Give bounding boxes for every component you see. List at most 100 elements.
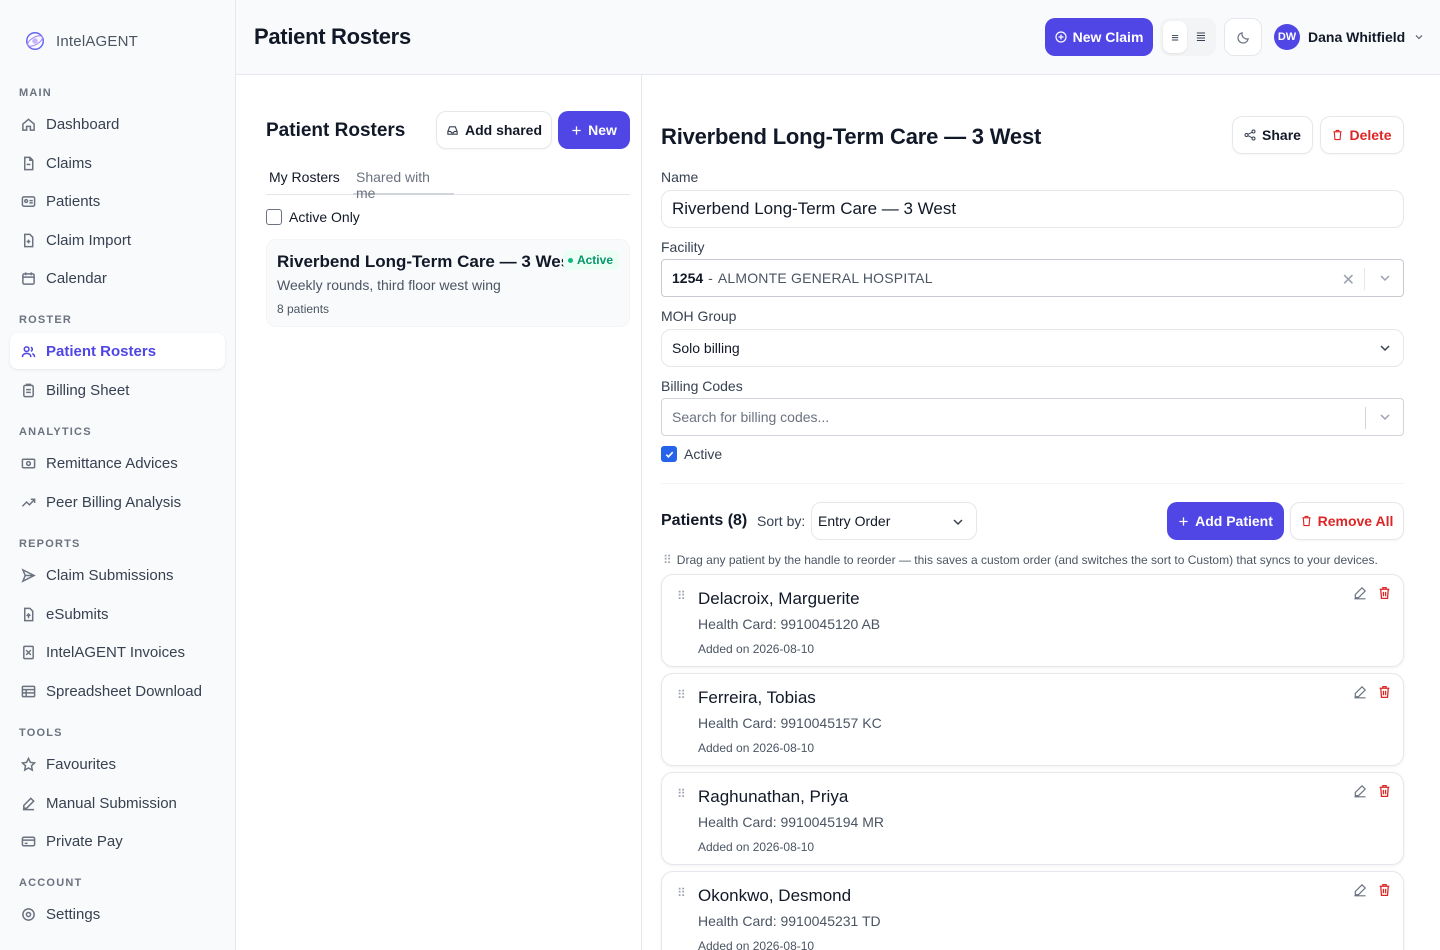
add-shared-button[interactable]: Add shared: [436, 111, 552, 149]
sidebar-item-claim-submissions[interactable]: Claim Submissions: [10, 557, 225, 593]
name-input[interactable]: [661, 190, 1404, 228]
drag-handle-icon[interactable]: ⠿: [677, 787, 686, 801]
patient-name: Okonkwo, Desmond: [698, 886, 852, 905]
sidebar-item-settings[interactable]: Settings: [10, 896, 225, 932]
drag-handle-icon[interactable]: ⠿: [677, 886, 686, 900]
theme-toggle-button[interactable]: [1224, 18, 1262, 56]
avatar: DW: [1274, 24, 1300, 50]
remove-all-button[interactable]: Remove All: [1290, 502, 1404, 540]
logo-text: IntelAGENT: [56, 32, 139, 50]
status-badge-label: Active: [576, 253, 613, 267]
chevron-down-icon: [953, 519, 963, 526]
active-toggle[interactable]: Active: [661, 446, 722, 462]
roster-card[interactable]: Riverbend Long-Term Care — 3 West Active…: [266, 239, 630, 327]
sidebar-item-claim-import[interactable]: Claim Import: [10, 222, 225, 258]
new-claim-button[interactable]: New Claim: [1045, 18, 1153, 56]
chevron-down-icon[interactable]: [1379, 411, 1391, 423]
divider: [1365, 407, 1366, 429]
compact-view-icon[interactable]: ≣: [1189, 21, 1213, 53]
patient-added-date: Added on 2026-08-10: [698, 642, 815, 656]
patient-card[interactable]: ⠿ Delacroix, Marguerite Health Card: 99100…: [661, 574, 1404, 667]
chevron-down-icon[interactable]: [1379, 272, 1391, 284]
main-content: Patient Rosters Add shared New My Roster…: [236, 75, 1440, 950]
patient-card[interactable]: ⠿ Okonkwo, Desmond Health Card: 9910045231…: [661, 871, 1404, 950]
sidebar-item-calendar[interactable]: Calendar: [10, 260, 225, 296]
home-icon: [20, 116, 36, 132]
trash-icon[interactable]: [1378, 784, 1391, 798]
sidebar-item-peer-billing-analysis[interactable]: Peer Billing Analysis: [10, 484, 225, 520]
sidebar-item-private-pay[interactable]: Private Pay: [10, 823, 225, 859]
user-menu[interactable]: DW Dana Whitfield: [1274, 24, 1425, 50]
edit-icon[interactable]: [1353, 784, 1367, 798]
chevron-down-icon: [1380, 345, 1390, 352]
trash-icon[interactable]: [1378, 685, 1391, 699]
sidebar-item-dashboard[interactable]: Dashboard: [10, 106, 225, 142]
share-button[interactable]: Share: [1232, 116, 1313, 154]
sidebar-item-patients[interactable]: Patients: [10, 183, 225, 219]
delete-button[interactable]: Delete: [1320, 116, 1404, 154]
facility-separator: -: [708, 270, 713, 286]
file-icon: [20, 155, 36, 171]
sidebar-item-label: Favourites: [46, 755, 117, 773]
roster-tabs: My Rosters Shared with me: [266, 163, 630, 201]
nav-section-tools: TOOLS: [19, 727, 63, 739]
reorder-hint-text: Drag any patient by the handle to reorde…: [676, 553, 1378, 567]
sort-label: Sort by:: [757, 513, 806, 529]
add-patient-button[interactable]: Add Patient: [1167, 502, 1284, 540]
roster-list-title: Patient Rosters: [266, 120, 406, 141]
remove-all-label: Remove All: [1317, 513, 1394, 529]
patients-title: Patients (8): [661, 512, 748, 529]
tab-my-rosters[interactable]: My Rosters: [266, 169, 343, 195]
active-label: Active: [684, 446, 723, 462]
sidebar-item-intelagent-invoices[interactable]: IntelAGENT Invoices: [10, 634, 225, 670]
sidebar-item-spreadsheet-download[interactable]: Spreadsheet Download: [10, 673, 225, 709]
new-roster-label: New: [588, 122, 617, 138]
sidebar-item-manual-submission[interactable]: Manual Submission: [10, 785, 225, 821]
new-claim-label: New Claim: [1072, 29, 1144, 45]
sidebar-item-patient-rosters[interactable]: Patient Rosters: [10, 333, 225, 369]
active-checkbox[interactable]: [661, 446, 677, 462]
patient-added-date: Added on 2026-08-10: [698, 939, 815, 950]
edit-icon[interactable]: [1353, 883, 1367, 897]
sidebar: IntelAGENT MAIN Dashboard Claims Patients Cl…: [0, 0, 236, 950]
moh-group-label: MOH Group: [661, 308, 737, 324]
edit-icon[interactable]: [1353, 685, 1367, 699]
sort-select[interactable]: Entry Order: [811, 502, 977, 540]
sidebar-item-label: Claim Submissions: [46, 566, 174, 584]
trash-icon[interactable]: [1378, 586, 1391, 600]
edit-icon[interactable]: [1353, 586, 1367, 600]
share-icon: [1244, 129, 1256, 141]
facility-code: 1254: [672, 270, 704, 286]
sidebar-item-favourites[interactable]: Favourites: [10, 746, 225, 782]
list-view-icon[interactable]: ≡: [1163, 21, 1187, 53]
tab-shared-with-me[interactable]: Shared with me: [353, 169, 454, 201]
roster-list-panel: Patient Rosters Add shared New My Roster…: [236, 75, 642, 950]
active-only-filter[interactable]: Active Only: [266, 209, 360, 225]
sidebar-item-remittance-advices[interactable]: Remittance Advices: [10, 445, 225, 481]
sidebar-item-billing-sheet[interactable]: Billing Sheet: [10, 372, 225, 408]
users-icon: [20, 343, 36, 359]
trending-up-icon: [20, 494, 36, 510]
billing-codes-search[interactable]: Search for billing codes...: [661, 398, 1404, 436]
page-title: Patient Rosters: [254, 24, 411, 49]
nav-section-roster: ROSTER: [19, 314, 73, 326]
facility-select[interactable]: 1254 - ALMONTE GENERAL HOSPITAL ✕: [661, 259, 1404, 297]
active-only-checkbox[interactable]: [266, 209, 282, 225]
clear-icon[interactable]: ✕: [1342, 270, 1355, 290]
moh-group-select[interactable]: Solo billing: [661, 329, 1404, 367]
trash-icon[interactable]: [1378, 883, 1391, 897]
patient-health-card: Health Card: 9910045157 KC: [698, 715, 882, 731]
patient-card[interactable]: ⠿ Ferreira, Tobias Health Card: 9910045157…: [661, 673, 1404, 766]
money-icon: [20, 455, 36, 471]
new-roster-button[interactable]: New: [558, 111, 630, 149]
logo[interactable]: IntelAGENT: [24, 30, 138, 52]
sidebar-item-esubmits[interactable]: eSubmits: [10, 596, 225, 632]
divider: [661, 483, 1404, 484]
edit-icon: [20, 795, 36, 811]
patient-card[interactable]: ⠿ Raghunathan, Priya Health Card: 99100451…: [661, 772, 1404, 865]
drag-handle-icon[interactable]: ⠿: [677, 589, 686, 603]
id-card-icon: [20, 193, 36, 209]
drag-handle-icon[interactable]: ⠿: [677, 688, 686, 702]
sidebar-item-claims[interactable]: Claims: [10, 145, 225, 181]
send-icon: [20, 567, 36, 583]
